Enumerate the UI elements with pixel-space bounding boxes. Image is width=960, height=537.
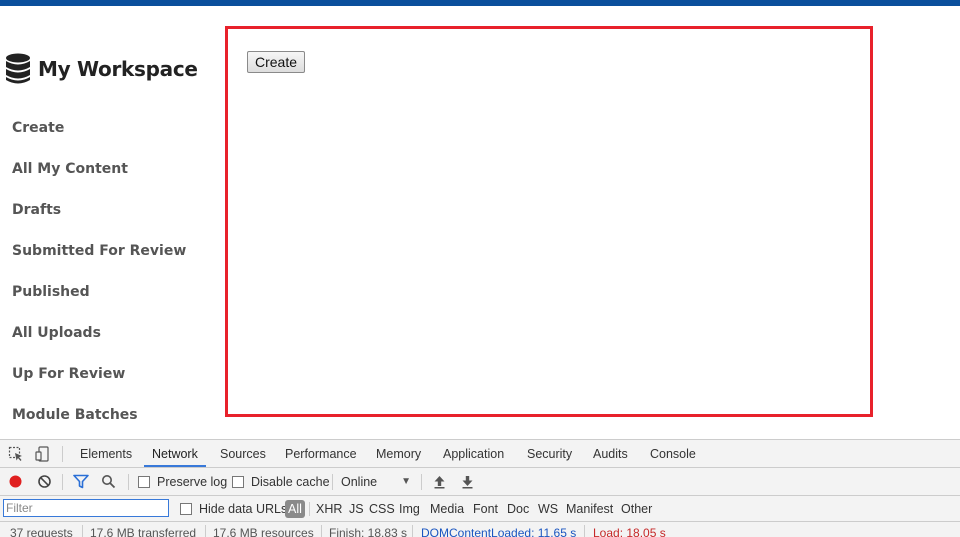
tab-elements[interactable]: Elements — [80, 440, 132, 467]
sidebar-item-create[interactable]: Create — [12, 113, 186, 154]
devtools-tabbar: Elements Network Sources Performance Mem… — [0, 440, 960, 468]
preserve-log-label: Preserve log — [157, 474, 228, 489]
type-filter-js[interactable]: JS — [349, 500, 364, 518]
filter-icon[interactable] — [73, 468, 89, 495]
type-filter-xhr[interactable]: XHR — [316, 500, 342, 518]
sidebar-item-drafts[interactable]: Drafts — [12, 195, 186, 236]
type-filter-all[interactable]: All — [285, 500, 305, 518]
tab-sources[interactable]: Sources — [220, 440, 266, 467]
disable-cache-label: Disable cache — [251, 474, 330, 489]
type-filter-other[interactable]: Other — [621, 500, 652, 518]
filter-input[interactable] — [3, 499, 169, 517]
inspect-element-icon[interactable] — [7, 445, 25, 463]
sidebar-item-module-batches[interactable]: Module Batches — [12, 400, 186, 441]
type-filter-img[interactable]: Img — [399, 500, 420, 518]
status-divider — [584, 525, 585, 537]
type-filter-doc[interactable]: Doc — [507, 500, 529, 518]
status-finish: Finish: 18.83 s — [329, 526, 408, 537]
device-toolbar-icon[interactable] — [34, 445, 52, 463]
sidebar-item-all-uploads[interactable]: All Uploads — [12, 318, 186, 359]
sidebar-item-all-my-content[interactable]: All My Content — [12, 154, 186, 195]
toolbar-divider — [62, 474, 63, 490]
hide-data-urls-label: Hide data URLs — [199, 501, 288, 516]
type-filter-ws[interactable]: WS — [538, 500, 558, 518]
toolbar-divider — [332, 474, 333, 490]
tab-network[interactable]: Network — [144, 440, 206, 467]
database-icon — [6, 53, 30, 84]
status-divider — [82, 525, 83, 537]
status-resources: 17.6 MB resources — [213, 526, 314, 537]
chevron-down-icon: ▼ — [401, 476, 412, 487]
export-har-icon[interactable] — [461, 468, 474, 495]
toolbar-divider — [421, 474, 422, 490]
brand: My Workspace — [4, 52, 198, 86]
preserve-log-box[interactable] — [138, 475, 150, 488]
filter-divider — [309, 502, 310, 516]
record-icon[interactable] — [8, 468, 23, 495]
network-statusbar: 37 requests 17.6 MB transferred 17.6 MB … — [0, 522, 960, 537]
status-load: Load: 18.05 s — [593, 526, 666, 537]
workspace-title: My Workspace — [38, 57, 198, 81]
disable-cache-box[interactable] — [232, 475, 244, 488]
status-transferred: 17.6 MB transferred — [90, 526, 197, 537]
tabbar-divider — [62, 446, 63, 462]
tab-audits[interactable]: Audits — [593, 440, 628, 467]
create-button[interactable]: Create — [247, 51, 306, 73]
hide-data-urls-checkbox[interactable]: Hide data URLs — [180, 495, 287, 522]
tab-performance[interactable]: Performance — [285, 440, 357, 467]
throttling-select[interactable]: Online ▼ — [341, 468, 411, 495]
main-content-panel: Create — [225, 26, 873, 417]
status-dom-content-loaded: DOMContentLoaded: 11.65 s — [421, 526, 577, 537]
throttling-value: Online — [341, 474, 378, 489]
sidebar-item-published[interactable]: Published — [12, 277, 186, 318]
type-filter-media[interactable]: Media — [430, 500, 464, 518]
hide-data-urls-box[interactable] — [180, 502, 192, 515]
type-filter-css[interactable]: CSS — [369, 500, 395, 518]
search-icon[interactable] — [101, 468, 116, 495]
status-divider — [321, 525, 322, 537]
sidebar-nav: Create All My Content Drafts Submitted F… — [12, 113, 186, 441]
clear-icon[interactable] — [37, 468, 52, 495]
devtools-panel: Elements Network Sources Performance Mem… — [0, 439, 960, 537]
sidebar-item-up-for-review[interactable]: Up For Review — [12, 359, 186, 400]
network-toolbar: Preserve log Disable cache Online ▼ — [0, 468, 960, 496]
tab-application[interactable]: Application — [443, 440, 504, 467]
tab-console[interactable]: Console — [650, 440, 696, 467]
status-divider — [205, 525, 206, 537]
tab-security[interactable]: Security — [527, 440, 572, 467]
preserve-log-checkbox[interactable]: Preserve log — [138, 468, 227, 495]
sidebar-item-submitted-for-review[interactable]: Submitted For Review — [12, 236, 186, 277]
disable-cache-checkbox[interactable]: Disable cache — [232, 468, 330, 495]
status-requests: 37 requests — [10, 526, 73, 537]
top-accent-bar — [0, 0, 960, 6]
import-har-icon[interactable] — [433, 468, 446, 495]
type-filter-font[interactable]: Font — [473, 500, 498, 518]
toolbar-divider — [128, 474, 129, 490]
tab-memory[interactable]: Memory — [376, 440, 421, 467]
network-filterbar: Hide data URLs All XHR JS CSS Img Media … — [0, 496, 960, 522]
status-divider — [412, 525, 413, 537]
type-filter-manifest[interactable]: Manifest — [566, 500, 613, 518]
